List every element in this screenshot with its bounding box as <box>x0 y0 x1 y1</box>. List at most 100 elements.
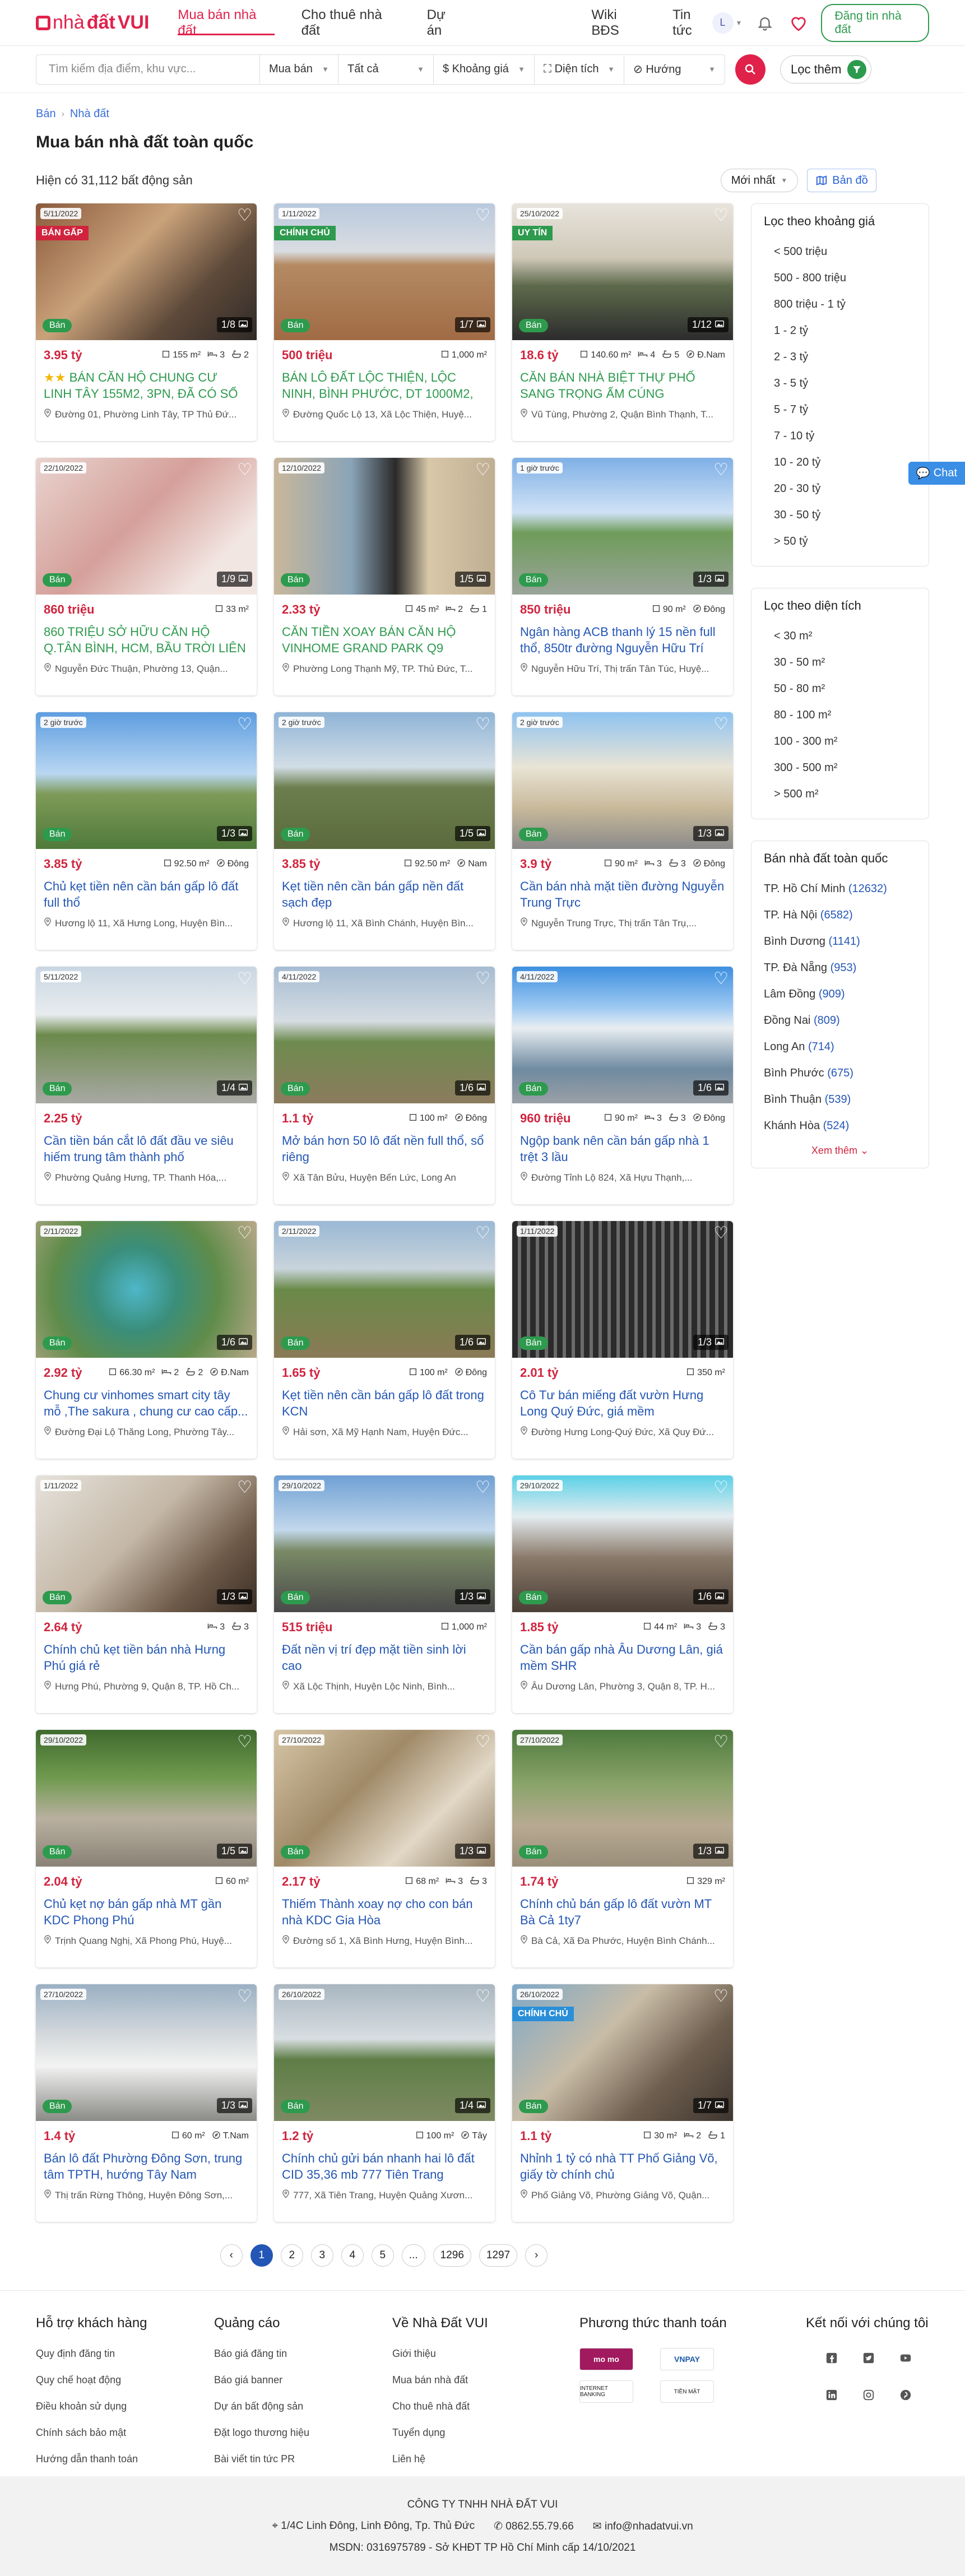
chat-button[interactable]: 💬 Chat <box>908 462 965 485</box>
favorite-heart-icon[interactable]: ♡ <box>237 714 252 734</box>
province-filter-item[interactable]: Đồng Nai (809) <box>764 1008 916 1034</box>
footer-link[interactable]: Báo giá đăng tin <box>214 2348 392 2360</box>
area-filter-item[interactable]: > 500 m² <box>764 781 916 807</box>
listing-title[interactable]: BÁN LÔ ĐẤT LỘC THIỆN, LỘC NINH, BÌNH PHƯ… <box>282 369 487 402</box>
footer-link[interactable]: Quy chế hoạt động <box>36 2374 214 2386</box>
listing-title[interactable]: Chính chủ bán gấp lô đất vườn MT Bà Cả 1… <box>520 1896 725 1928</box>
listing-title[interactable]: Chính chủ kẹt tiền bán nhà Hưng Phú giá … <box>44 1641 249 1674</box>
listing-photo[interactable]: 27/10/2022 ♡ Bán 1/3 <box>274 1730 495 1867</box>
price-filter-item[interactable]: 20 - 30 tỷ <box>764 476 916 502</box>
listing-card[interactable]: 1 giờ trước ♡ Bán 1/3 850 triệu 90 m² Đông Ngân… <box>512 458 733 695</box>
more-filters-button[interactable]: Lọc thêm <box>780 55 871 83</box>
listing-photo[interactable]: 2/11/2022 ♡ Bán 1/6 <box>36 1221 257 1358</box>
province-filter-item[interactable]: TP. Hà Nội (6582) <box>764 902 916 929</box>
facebook-icon[interactable] <box>822 2348 842 2368</box>
province-filter-item[interactable]: Bình Thuận (539) <box>764 1087 916 1113</box>
area-filter-item[interactable]: 300 - 500 m² <box>764 755 916 781</box>
listing-card[interactable]: 29/10/2022 ♡ Bán 1/3 515 triệu 1,000 m² Đất nề… <box>274 1475 495 1713</box>
area-filter-item[interactable]: 80 - 100 m² <box>764 702 916 728</box>
pagination-prev[interactable]: ‹ <box>220 2244 243 2267</box>
listing-card[interactable]: 27/10/2022 ♡ Bán 1/3 2.17 tỷ 68 m² 3 3 Thiếm Thà… <box>274 1730 495 1967</box>
favorite-heart-icon[interactable]: ♡ <box>475 460 490 480</box>
listing-card[interactable]: 26/10/2022 ♡ CHÍNH CHỦ Bán 1/7 1.1 tỷ 30 m² 2 1 N… <box>512 1984 733 2222</box>
listing-card[interactable]: 5/11/2022 ♡ Bán 1/4 2.25 tỷ Cần tiền bán cắt … <box>36 967 257 1204</box>
map-button[interactable]: Bản đồ <box>807 169 876 192</box>
listing-card[interactable]: 26/10/2022 ♡ Bán 1/4 1.2 tỷ 100 m² Tây Chính ch… <box>274 1984 495 2222</box>
province-filter-item[interactable]: TP. Hồ Chí Minh (12632) <box>764 876 916 902</box>
listing-photo[interactable]: 2/11/2022 ♡ Bán 1/6 <box>274 1221 495 1358</box>
listing-title[interactable]: Ngân hàng ACB thanh lý 15 nền full thổ, … <box>520 624 725 656</box>
listing-title[interactable]: Cần bán nhà mặt tiền đường Nguyễn Trung … <box>520 878 725 911</box>
favorite-heart-icon[interactable]: ♡ <box>237 1478 252 1497</box>
favorite-heart-icon[interactable]: ♡ <box>237 1223 252 1243</box>
footer-link[interactable]: Đặt logo thương hiệu <box>214 2427 392 2439</box>
page-button[interactable]: 3 <box>310 2244 333 2267</box>
type-select[interactable]: Mua bán ▼ <box>260 54 338 85</box>
favorite-heart-icon[interactable]: ♡ <box>713 1986 729 2006</box>
category-select[interactable]: Tất cả ▼ <box>338 54 434 85</box>
listing-card[interactable]: 4/11/2022 ♡ Bán 1/6 1.1 tỷ 100 m² Đông Mở bán h… <box>274 967 495 1204</box>
listing-card[interactable]: 2/11/2022 ♡ Bán 1/6 2.92 tỷ 66.30 m² 2 2 Đ.Nam Ch… <box>36 1221 257 1459</box>
page-button[interactable]: 4 <box>341 2244 364 2267</box>
footer-link[interactable]: Giới thiệu <box>392 2348 579 2360</box>
favorite-heart-icon[interactable]: ♡ <box>237 460 252 480</box>
listing-title[interactable]: Chính chủ gửi bán nhanh hai lô đất CID 3… <box>282 2150 487 2183</box>
pinterest-icon[interactable] <box>896 2385 916 2405</box>
footer-link[interactable]: Báo giá banner <box>214 2374 392 2386</box>
area-filter-item[interactable]: 30 - 50 m² <box>764 649 916 676</box>
listing-card[interactable]: 1/11/2022 ♡ Bán 1/3 2.01 tỷ 350 m² Cô Tư bán m… <box>512 1221 733 1459</box>
province-filter-item[interactable]: Lâm Đồng (909) <box>764 981 916 1008</box>
footer-link[interactable]: Điều khoản sử dụng <box>36 2401 214 2412</box>
listing-title[interactable]: 860 TRIỆU SỞ HỮU CĂN HỘ Q.TÂN BÌNH, HCM,… <box>44 624 249 656</box>
listing-title[interactable]: CĂN TIỀN XOAY BÁN CĂN HỘ VINHOME GRAND P… <box>282 624 487 656</box>
nav-item-du-an[interactable]: Dự án <box>427 0 463 45</box>
listing-title[interactable]: Nhỉnh 1 tỷ có nhà TT Phố Giảng Võ, giấy … <box>520 2150 725 2183</box>
listing-photo[interactable]: 1/11/2022 ♡ Bán 1/3 <box>512 1221 733 1358</box>
province-filter-item[interactable]: Bình Phước (675) <box>764 1060 916 1087</box>
listing-card[interactable]: 2 giờ trước ♡ Bán 1/3 3.85 tỷ 92.50 m² Đông Chủ… <box>36 712 257 950</box>
province-filter-item[interactable]: Long An (714) <box>764 1034 916 1060</box>
price-filter-item[interactable]: > 50 tỷ <box>764 528 916 555</box>
listing-photo[interactable]: 1/11/2022 ♡ Bán 1/3 <box>36 1475 257 1612</box>
listing-photo[interactable]: 2 giờ trước ♡ Bán 1/5 <box>274 712 495 849</box>
listing-title[interactable]: Chung cư vinhomes smart city tây mỗ ,The… <box>44 1387 249 1419</box>
favorite-heart-icon[interactable]: ♡ <box>237 969 252 988</box>
price-filter-item[interactable]: 500 - 800 triệu <box>764 265 916 291</box>
twitter-icon[interactable] <box>859 2348 879 2368</box>
listing-photo[interactable]: 26/10/2022 ♡ CHÍNH CHỦ Bán 1/7 <box>512 1984 733 2121</box>
bell-icon[interactable] <box>754 12 776 34</box>
footer-link[interactable]: Cho thuê nhà đất <box>392 2401 579 2412</box>
listing-photo[interactable]: 29/10/2022 ♡ Bán 1/6 <box>512 1475 733 1612</box>
listing-photo[interactable]: 4/11/2022 ♡ Bán 1/6 <box>274 967 495 1103</box>
footer-link[interactable]: Mua bán nhà đất <box>392 2374 579 2386</box>
price-filter-item[interactable]: < 500 triệu <box>764 239 916 265</box>
sort-dropdown[interactable]: Mới nhất ▼ <box>720 169 799 192</box>
listing-card[interactable]: 12/10/2022 ♡ Bán 1/5 2.33 tỷ 45 m² 2 1 CĂN TIỀN … <box>274 458 495 695</box>
listing-card[interactable]: 5/11/2022 ♡ BÁN GẤP Bán 1/8 3.95 tỷ 155 m² 3 2 ★★… <box>36 203 257 441</box>
favorite-heart-icon[interactable]: ♡ <box>475 1986 490 2006</box>
favorite-heart-icon[interactable]: ♡ <box>237 1986 252 2006</box>
footer-link[interactable]: Hướng dẫn thanh toán <box>36 2453 214 2465</box>
listing-title[interactable]: ★★ BÁN CĂN HỘ CHUNG CƯ LINH TÂY 155M2, 3… <box>44 369 249 402</box>
listing-title[interactable]: Cần tiền bán cắt lô đất đầu ve siêu hiếm… <box>44 1132 249 1165</box>
listing-card[interactable]: 27/10/2022 ♡ Bán 1/3 1.4 tỷ 60 m² T.Nam Bán lô … <box>36 1984 257 2222</box>
listing-card[interactable]: 4/11/2022 ♡ Bán 1/6 960 triệu 90 m² 3 3 Đông Ngộp… <box>512 967 733 1204</box>
listing-photo[interactable]: 1/11/2022 ♡ CHÍNH CHỦ Bán 1/7 <box>274 203 495 340</box>
footer-link[interactable]: Tuyển dụng <box>392 2427 579 2439</box>
listing-title[interactable]: Thiếm Thành xoay nợ cho con bán nhà KDC … <box>282 1896 487 1928</box>
listing-photo[interactable]: 22/10/2022 ♡ Bán 1/9 <box>36 458 257 595</box>
see-more-link[interactable]: Xem thêm ⌄ <box>764 1145 916 1157</box>
breadcrumb-item-nha-dat[interactable]: Nhà đất <box>70 108 109 120</box>
footer-link[interactable]: Quy định đăng tin <box>36 2348 214 2360</box>
listing-card[interactable]: 29/10/2022 ♡ Bán 1/5 2.04 tỷ 60 m² Chủ kẹt nợ … <box>36 1730 257 1967</box>
price-filter-item[interactable]: 10 - 20 tỷ <box>764 449 916 476</box>
favorite-heart-icon[interactable]: ♡ <box>713 206 729 225</box>
breadcrumb-item-ban[interactable]: Bán <box>36 108 56 120</box>
page-button[interactable]: 2 <box>280 2244 303 2267</box>
listing-title[interactable]: Cô Tư bán miếng đất vườn Hưng Long Quý Đ… <box>520 1387 725 1419</box>
page-button[interactable]: 1 <box>250 2244 273 2267</box>
listing-photo[interactable]: 26/10/2022 ♡ Bán 1/4 <box>274 1984 495 2121</box>
listing-card[interactable]: 25/10/2022 ♡ UY TÍN Bán 1/12 18.6 tỷ 140.60 m²… <box>512 203 733 441</box>
price-filter-item[interactable]: 7 - 10 tỷ <box>764 423 916 449</box>
listing-card[interactable]: 2 giờ trước ♡ Bán 1/5 3.85 tỷ 92.50 m² Nam Kẹt … <box>274 712 495 950</box>
